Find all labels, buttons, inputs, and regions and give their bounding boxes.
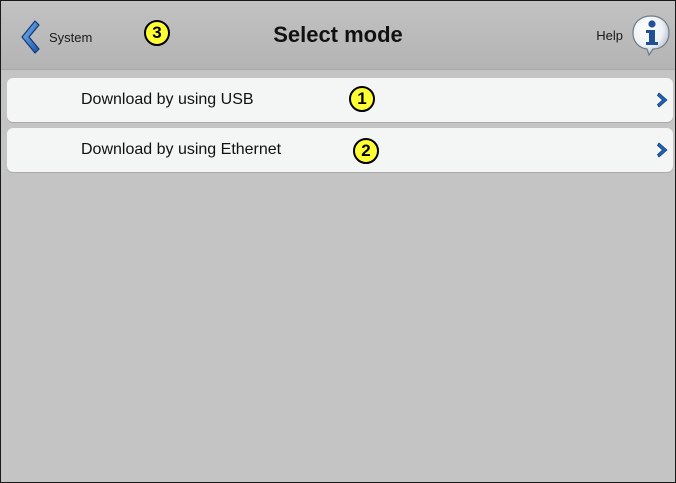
help-button[interactable]: Help (596, 14, 671, 56)
info-icon (631, 14, 671, 56)
back-button[interactable]: System (19, 18, 92, 56)
menu-item-label: Download by using USB (81, 91, 254, 108)
chevron-right-icon (657, 92, 669, 113)
menu-item-download-ethernet[interactable]: Download by using Ethernet 2 (7, 128, 673, 172)
callout-marker-2: 2 (353, 138, 379, 164)
page-title: Select mode (273, 22, 403, 47)
help-label: Help (596, 27, 623, 43)
menu-item-download-usb[interactable]: Download by using USB 1 (7, 78, 673, 122)
back-label: System (49, 29, 93, 45)
menu-item-label: Download by using Ethernet (81, 141, 282, 158)
chevron-left-icon (19, 19, 41, 55)
header-bar: System 3 Select mode Help (1, 1, 675, 70)
screen: System 3 Select mode Help Download by us… (0, 0, 676, 483)
chevron-right-icon (657, 142, 669, 163)
callout-marker-3: 3 (144, 20, 170, 46)
callout-marker-1: 1 (349, 86, 375, 112)
